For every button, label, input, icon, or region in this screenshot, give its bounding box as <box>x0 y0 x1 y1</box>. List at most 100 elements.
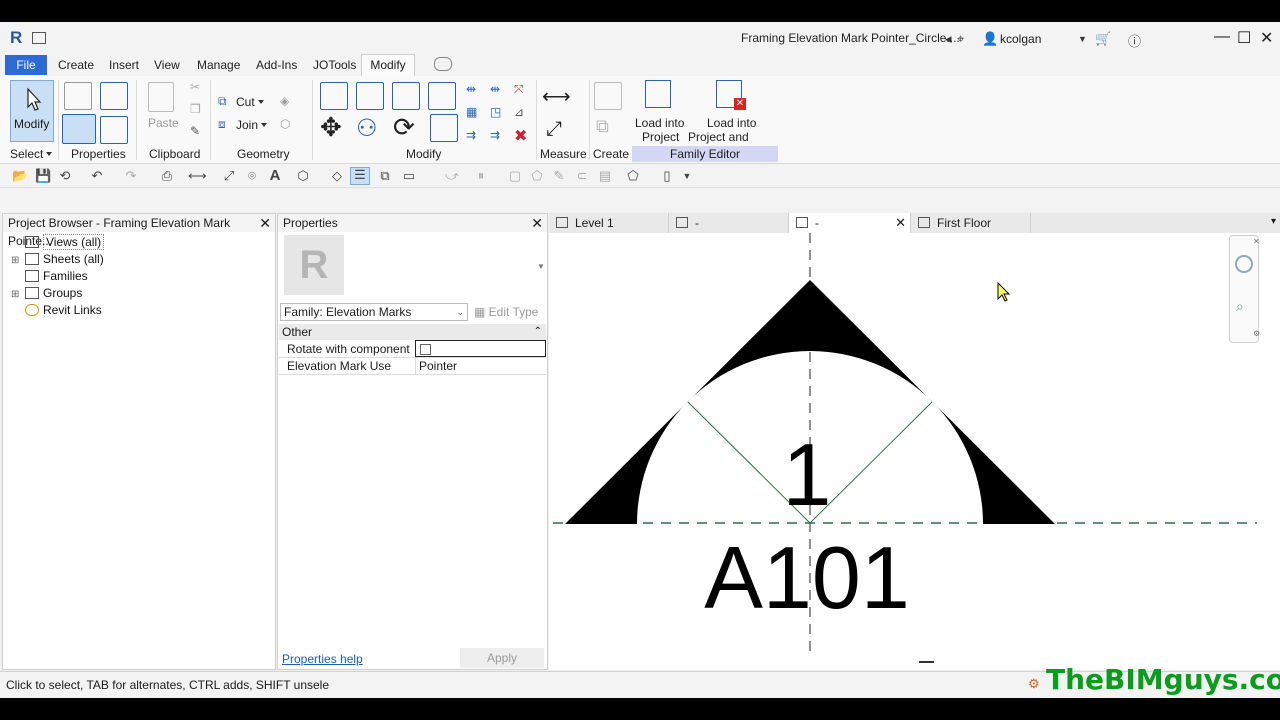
collapse-icon[interactable]: ⌃ <box>534 324 542 340</box>
rotate-icon[interactable]: ⟳ <box>393 112 415 143</box>
trim-multiple-icon[interactable]: ⇉ <box>490 128 500 142</box>
username[interactable]: kcolgan <box>1000 32 1041 46</box>
copy-icon[interactable]: ❐ <box>190 102 201 116</box>
view-tab-level-1[interactable]: Level 1 <box>549 213 669 233</box>
mirror-pick-axis-icon[interactable] <box>392 82 420 110</box>
create-similar-icon[interactable] <box>594 82 622 110</box>
switch-windows-icon[interactable]: ▭ <box>402 169 416 183</box>
split-element-icon[interactable]: ⇹ <box>466 82 476 96</box>
tree-item-views[interactable]: Views (all) <box>11 234 105 250</box>
copy-elements-icon[interactable]: ⚇ <box>356 114 378 143</box>
window-menu-icon[interactable] <box>32 32 46 44</box>
create-group-icon[interactable]: ⧉ <box>596 116 609 137</box>
trim-single-icon[interactable]: ⇉ <box>466 128 476 142</box>
save-icon[interactable]: 💾 <box>35 169 51 183</box>
split-gap-icon[interactable]: ⇹ <box>490 82 500 96</box>
section-icon[interactable]: ◇ <box>330 169 344 183</box>
edit-type-button[interactable]: ▦ Edit Type <box>474 303 538 321</box>
revit-logo[interactable]: R <box>10 29 24 46</box>
align-icon[interactable] <box>320 82 348 110</box>
lock-icon[interactable]: ▢ <box>508 169 522 183</box>
binoculars-icon[interactable]: ⌖ <box>957 31 964 47</box>
close-icon[interactable]: ✕ <box>1253 237 1260 246</box>
text-icon[interactable]: A <box>268 168 282 183</box>
expand-icon[interactable]: ⊞ <box>11 287 21 303</box>
print-icon[interactable]: ⎙ <box>160 169 174 183</box>
thin-lines-icon[interactable]: ☰ <box>350 167 370 185</box>
customize-qat-icon[interactable]: ▼ <box>680 169 694 183</box>
family-selector[interactable]: Family: Elevation Marks ⌄ <box>280 303 468 321</box>
load-into-project-button[interactable]: Load into Project <box>633 78 685 144</box>
detail-number-label[interactable]: 1 <box>783 425 832 524</box>
modify-button[interactable]: Modify <box>10 80 54 142</box>
property-group-other[interactable]: Other ⌃ <box>279 324 546 340</box>
tree-item-families[interactable]: Families <box>11 268 88 284</box>
door-icon[interactable]: ▯ <box>660 169 674 183</box>
split-face-icon[interactable]: ⬡ <box>280 117 290 131</box>
tab-view[interactable]: View <box>154 58 180 72</box>
tab-modify[interactable]: Modify <box>361 54 415 76</box>
zoom-icon[interactable]: ⌕ <box>1236 298 1244 315</box>
tab-list-icon[interactable]: ▾ <box>1271 216 1276 227</box>
tree-item-groups[interactable]: ⊞ Groups <box>11 285 82 301</box>
load-into-project-close-button[interactable]: ✕ Load into Project and Close <box>686 78 778 158</box>
navbar-options-icon[interactable]: ⚙ <box>1253 329 1260 338</box>
pause-icon[interactable]: ⏸ <box>474 169 488 183</box>
property-value-cell[interactable] <box>415 340 546 357</box>
minimize-icon[interactable]: — <box>1214 28 1230 46</box>
close-icon[interactable]: ✕ <box>895 213 906 233</box>
open-icon[interactable]: 📂 <box>12 169 28 183</box>
arrow-left-icon[interactable]: ◂ <box>945 31 952 47</box>
shape-icon[interactable]: ⬠ <box>626 169 640 183</box>
measure-aligned-icon[interactable]: ⟷ <box>542 84 571 109</box>
property-value[interactable]: Pointer <box>415 358 546 374</box>
delete-icon[interactable]: ✖ <box>514 126 527 146</box>
scale-icon[interactable]: ◳ <box>490 105 501 119</box>
measure-along-icon[interactable]: ⤢ <box>546 118 562 141</box>
paint-icon[interactable]: ⬠ <box>530 169 544 183</box>
steering-wheel-icon[interactable] <box>1235 255 1253 273</box>
wall-joins-icon[interactable]: ◈ <box>280 94 289 108</box>
tab-insert[interactable]: Insert <box>109 58 139 72</box>
move-icon[interactable]: ✥ <box>320 112 342 143</box>
apply-button[interactable]: Apply <box>460 648 544 668</box>
join-button[interactable]: Join <box>236 118 268 132</box>
sheet-number-label[interactable]: A101 <box>704 528 910 627</box>
tab-create[interactable]: Create <box>58 58 94 72</box>
view-tab-first-floor[interactable]: First Floor <box>911 213 1031 233</box>
close-icon[interactable]: ✕ <box>531 214 543 232</box>
tag-icon[interactable]: ⌾ <box>245 169 259 183</box>
array-icon[interactable]: ▦ <box>466 105 477 119</box>
view-tab-active[interactable]: - ✕ <box>789 213 911 233</box>
view-tab-dash[interactable]: - <box>669 213 789 233</box>
family-types-icon[interactable] <box>100 82 128 110</box>
selection-filter-icon[interactable]: ⚙ <box>1028 676 1040 692</box>
dimension-icon[interactable]: ⤢ <box>222 169 236 183</box>
pencil-icon[interactable]: ✎ <box>552 169 566 183</box>
family-category-icon[interactable] <box>100 116 128 144</box>
tab-manage[interactable]: Manage <box>197 58 240 72</box>
properties-palette-icon[interactable] <box>62 114 96 144</box>
unpin-icon[interactable]: ⤧ <box>514 82 524 97</box>
offset-icon[interactable] <box>356 82 384 110</box>
link-icon[interactable]: ⊂ <box>575 169 589 183</box>
help-icon[interactable]: ⓘ <box>1128 31 1141 50</box>
panel-select[interactable]: Select <box>10 147 53 161</box>
maximize-icon[interactable]: ☐ <box>1237 28 1251 48</box>
tree-item-revit-links[interactable]: Revit Links <box>11 302 102 318</box>
contextual-toggle-icon[interactable] <box>434 57 452 71</box>
paste-icon[interactable] <box>148 82 174 112</box>
sync-icon[interactable]: ⟲ <box>58 169 72 183</box>
tab-jotools[interactable]: JOTools <box>313 58 356 72</box>
cope-icon[interactable]: ⧉ <box>218 94 227 109</box>
rotate-checkbox[interactable] <box>420 344 431 355</box>
redo-icon[interactable]: ↷ <box>124 169 138 183</box>
tab-add-ins[interactable]: Add-Ins <box>256 58 297 72</box>
close-hidden-icon[interactable]: ⧉ <box>378 169 392 183</box>
3d-view-icon[interactable]: ⬡ <box>296 169 310 183</box>
tree-item-sheets[interactable]: ⊞ Sheets (all) <box>11 251 104 267</box>
measure-qat-icon[interactable]: ⟷ <box>188 169 207 183</box>
pin-icon[interactable]: ⊿ <box>514 105 524 119</box>
cut-scissors-icon[interactable]: ✂ <box>190 80 200 94</box>
user-icon[interactable]: 👤 <box>982 31 998 47</box>
